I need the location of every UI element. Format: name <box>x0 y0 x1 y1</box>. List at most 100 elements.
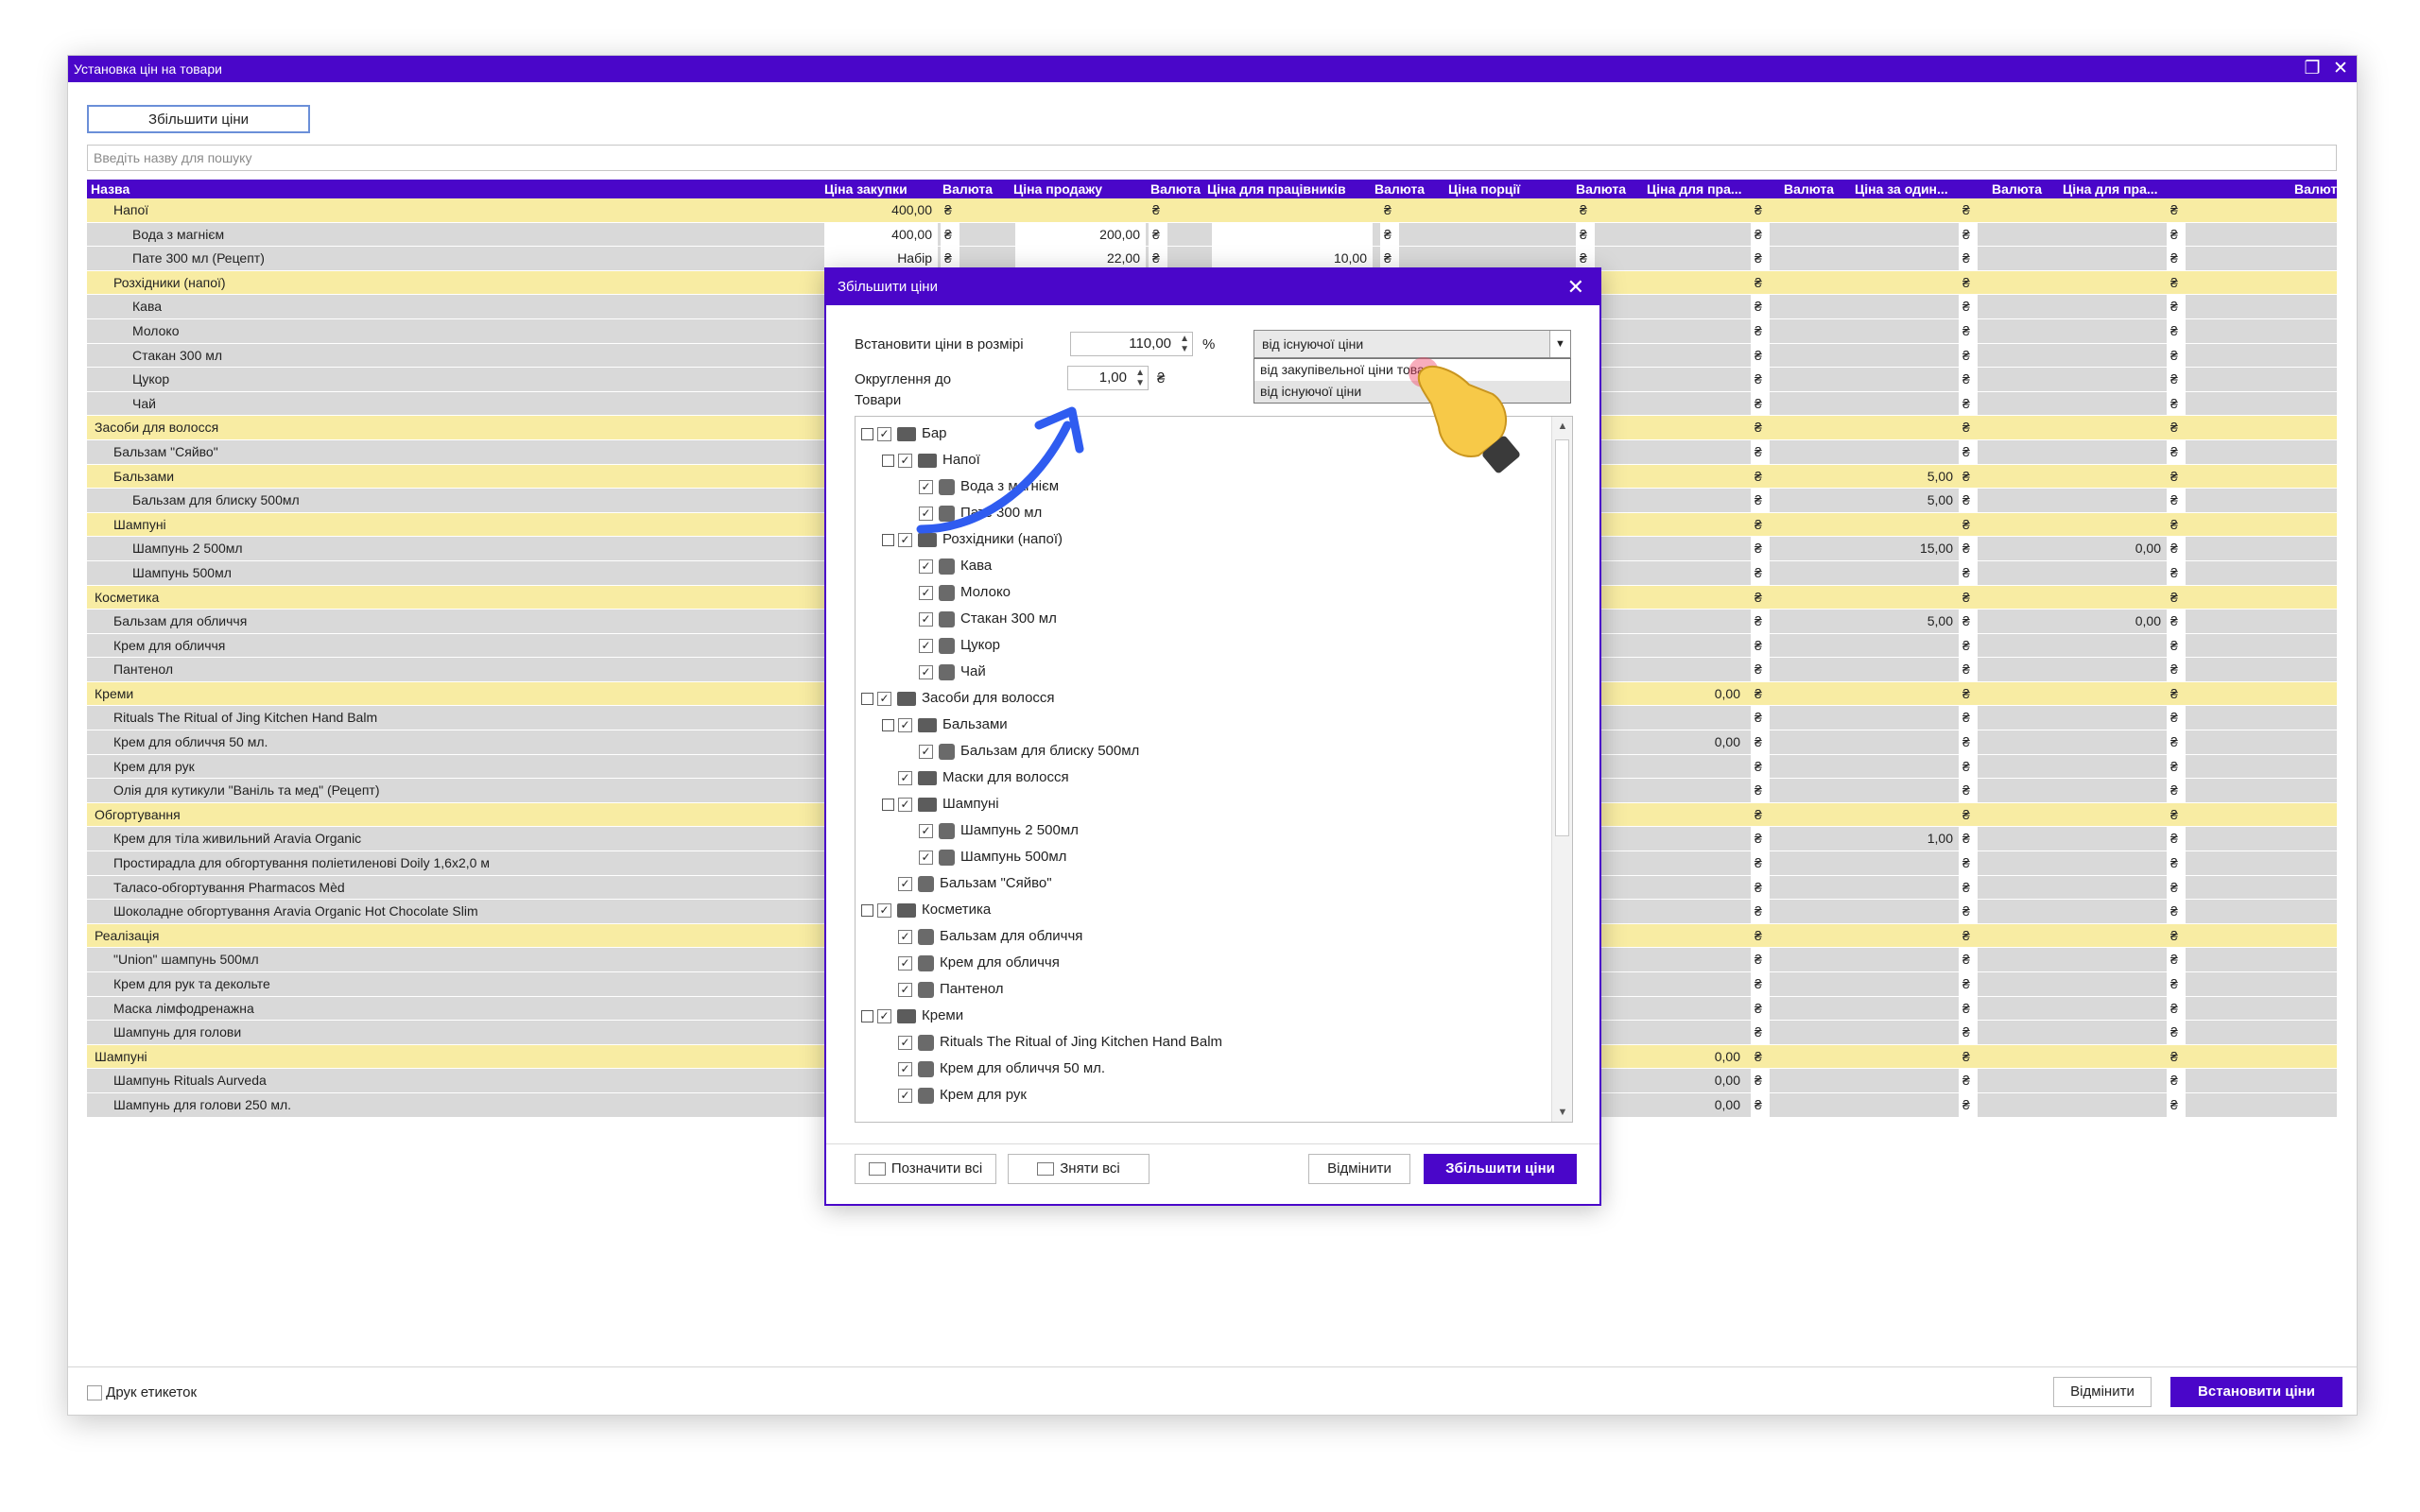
currency-cell[interactable]: ₴ <box>1751 706 1770 730</box>
currency-cell[interactable]: ₴ <box>2167 1092 2186 1117</box>
currency-cell[interactable]: ₴ <box>1959 681 1978 706</box>
collapse-icon[interactable] <box>882 798 894 811</box>
tree-item[interactable]: ✓ Молоко <box>903 579 1011 606</box>
currency-cell[interactable]: ₴ <box>2167 585 2186 610</box>
value-cell[interactable] <box>1992 900 2167 923</box>
currency-cell[interactable]: ₴ <box>1751 537 1770 560</box>
rounding-spinner[interactable]: 1,00 ▲ ▼ <box>1067 366 1149 390</box>
value-cell[interactable] <box>1599 512 1746 537</box>
currency-cell[interactable]: ₴ <box>941 198 959 222</box>
dialog-confirm-button[interactable]: Збільшити ціни <box>1424 1154 1577 1184</box>
value-cell[interactable] <box>1784 247 1959 270</box>
currency-cell[interactable]: ₴ <box>2167 439 2186 464</box>
currency-cell[interactable]: ₴ <box>1149 222 1167 247</box>
currency-cell[interactable]: ₴ <box>1959 827 1978 851</box>
currency-cell[interactable]: ₴ <box>941 222 959 247</box>
column-header[interactable]: Ціна за один... <box>1855 180 1987 198</box>
currency-cell[interactable]: ₴ <box>1959 706 1978 730</box>
checkbox-checked-icon[interactable]: ✓ <box>898 532 912 547</box>
tree-item[interactable]: ✓ Шампунь 500мл <box>903 844 1066 870</box>
value-cell[interactable] <box>1784 391 1959 416</box>
currency-cell[interactable]: ₴ <box>1959 802 1978 827</box>
currency-cell[interactable]: ₴ <box>1751 489 1770 512</box>
currency-cell[interactable]: ₴ <box>2167 1044 2186 1069</box>
currency-cell[interactable]: ₴ <box>2167 270 2186 295</box>
checkbox-checked-icon[interactable]: ✓ <box>877 1008 891 1023</box>
tree-scrollbar[interactable]: ▲ ▼ <box>1551 417 1572 1122</box>
currency-cell[interactable]: ₴ <box>1959 464 1978 489</box>
tree-item[interactable]: ✓ Пантенол <box>882 976 1004 1003</box>
currency-cell[interactable]: ₴ <box>2167 1069 2186 1092</box>
tree-item[interactable]: ✓ Чай <box>903 659 986 685</box>
value-cell[interactable] <box>1599 464 1746 489</box>
value-cell[interactable] <box>1992 295 2167 318</box>
value-cell[interactable] <box>1992 368 2167 391</box>
currency-cell[interactable]: ₴ <box>1959 1069 1978 1092</box>
value-cell[interactable]: 0,00 <box>1599 1092 1746 1117</box>
currency-cell[interactable]: ₴ <box>2167 923 2186 948</box>
currency-cell[interactable]: ₴ <box>1751 222 1770 247</box>
value-cell[interactable] <box>1599 222 1746 247</box>
checkbox-checked-icon[interactable]: ✓ <box>919 850 933 865</box>
currency-cell[interactable]: ₴ <box>2167 416 2186 439</box>
value-cell[interactable] <box>1992 972 2167 996</box>
value-cell[interactable] <box>1599 610 1746 633</box>
value-cell[interactable] <box>1599 270 1746 295</box>
value-cell[interactable] <box>1992 489 2167 512</box>
currency-cell[interactable]: ₴ <box>2167 681 2186 706</box>
currency-cell[interactable]: ₴ <box>1751 560 1770 585</box>
value-cell[interactable] <box>1784 875 1959 900</box>
currency-cell[interactable]: ₴ <box>1751 512 1770 537</box>
value-cell[interactable] <box>1784 222 1959 247</box>
checkbox-checked-icon[interactable]: ✓ <box>919 664 933 679</box>
checkbox-checked-icon[interactable]: ✓ <box>898 1088 912 1103</box>
scrollbar-thumb[interactable] <box>1555 439 1569 836</box>
value-cell[interactable] <box>1599 295 1746 318</box>
value-cell[interactable] <box>1784 560 1959 585</box>
column-header[interactable]: Валюта <box>2294 180 2342 198</box>
collapse-icon[interactable] <box>861 903 873 917</box>
currency-cell[interactable]: ₴ <box>2167 948 2186 971</box>
value-cell[interactable] <box>1599 923 1746 948</box>
currency-cell[interactable]: ₴ <box>1959 391 1978 416</box>
value-cell[interactable] <box>1784 802 1959 827</box>
value-cell[interactable] <box>1784 439 1959 464</box>
currency-cell[interactable]: ₴ <box>1959 658 1978 681</box>
value-cell[interactable] <box>1992 318 2167 343</box>
currency-cell[interactable]: ₴ <box>1751 391 1770 416</box>
currency-cell[interactable]: ₴ <box>1149 198 1167 222</box>
currency-cell[interactable]: ₴ <box>1751 633 1770 658</box>
currency-cell[interactable]: ₴ <box>1751 948 1770 971</box>
value-cell[interactable] <box>1784 948 1959 971</box>
value-cell[interactable] <box>1599 851 1746 875</box>
amount-spinner[interactable]: 110,00 ▲ ▼ <box>1070 332 1193 356</box>
value-cell[interactable] <box>1992 439 2167 464</box>
currency-cell[interactable]: ₴ <box>2167 658 2186 681</box>
currency-cell[interactable]: ₴ <box>1751 875 1770 900</box>
currency-cell[interactable]: ₴ <box>1959 923 1978 948</box>
checkbox-checked-icon[interactable]: ✓ <box>898 797 912 812</box>
value-cell[interactable] <box>1784 343 1959 368</box>
value-cell[interactable] <box>1992 923 2167 948</box>
value-cell[interactable] <box>1599 560 1746 585</box>
currency-cell[interactable]: ₴ <box>1751 923 1770 948</box>
value-cell[interactable] <box>1784 972 1959 996</box>
currency-cell[interactable]: ₴ <box>2167 560 2186 585</box>
value-cell[interactable]: 0,00 <box>1992 610 2167 633</box>
currency-cell[interactable]: ₴ <box>1751 198 1770 222</box>
spinner-arrows-icon[interactable]: ▲ ▼ <box>1135 368 1145 388</box>
currency-cell[interactable]: ₴ <box>2167 295 2186 318</box>
value-cell[interactable] <box>1784 658 1959 681</box>
tree-folder[interactable]: ✓ Маски для волосся <box>882 765 1069 791</box>
currency-cell[interactable]: ₴ <box>2167 779 2186 802</box>
currency-cell[interactable]: ₴ <box>2167 537 2186 560</box>
currency-cell[interactable]: ₴ <box>1751 585 1770 610</box>
currency-cell[interactable]: ₴ <box>1959 1021 1978 1044</box>
value-cell[interactable] <box>1992 779 2167 802</box>
currency-cell[interactable]: ₴ <box>1751 247 1770 270</box>
value-cell[interactable] <box>1784 633 1959 658</box>
value-cell[interactable] <box>1784 585 1959 610</box>
tree-item[interactable]: ✓ Крем для обличчя <box>882 950 1060 976</box>
value-cell[interactable] <box>1992 560 2167 585</box>
select-all-button[interactable]: Позначити всі <box>855 1154 996 1184</box>
